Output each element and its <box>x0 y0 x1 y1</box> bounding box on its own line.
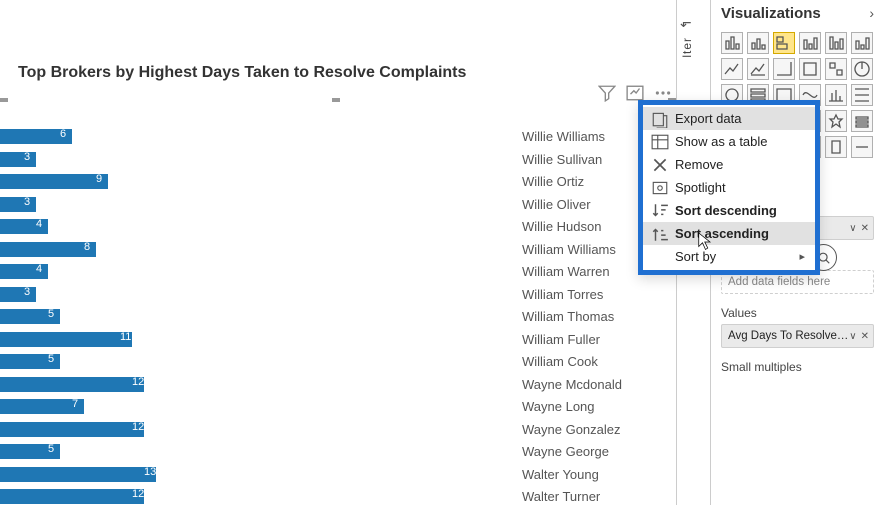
bar-row[interactable]: 11 <box>0 329 500 352</box>
sort-asc-icon <box>651 226 669 242</box>
menu-item-sort-ascending[interactable]: Sort ascending <box>643 222 815 245</box>
viz-type-icon[interactable] <box>851 58 873 80</box>
bar-row[interactable]: 3 <box>0 284 500 307</box>
field-values: Values Avg Days To Resolve Co ∨✕ <box>721 306 874 348</box>
bar-row[interactable]: 7 <box>0 396 500 419</box>
viz-type-icon[interactable] <box>773 58 795 80</box>
axis-label: Walter Young <box>522 464 622 487</box>
viz-type-icon[interactable] <box>799 58 821 80</box>
axis-label: Wayne Mcdonald <box>522 374 622 397</box>
axis-label: William Cook <box>522 351 622 374</box>
viz-type-icon[interactable] <box>747 32 769 54</box>
menu-item-sort-descending[interactable]: Sort descending <box>643 199 815 222</box>
chart-bars[interactable]: 6393484351151271251312 <box>0 126 500 505</box>
sort-desc-icon <box>651 203 669 219</box>
bar-row[interactable]: 3 <box>0 149 500 172</box>
viz-type-icon[interactable] <box>851 84 873 106</box>
axis-label: Willie Sullivan <box>522 149 622 172</box>
viz-type-icon[interactable] <box>825 84 847 106</box>
axis-label: William Thomas <box>522 306 622 329</box>
viz-type-icon[interactable] <box>851 32 873 54</box>
axis-label: Willie Hudson <box>522 216 622 239</box>
pill-controls[interactable]: ∨✕ <box>849 223 869 234</box>
axis-label: William Fuller <box>522 329 622 352</box>
values-pill[interactable]: Avg Days To Resolve Co ∨✕ <box>721 324 874 348</box>
viz-type-icon[interactable] <box>799 32 821 54</box>
menu-item-label: Sort by <box>675 249 716 264</box>
field-small-multiples: Small multiples <box>721 360 874 374</box>
menu-item-label: Export data <box>675 111 742 126</box>
restore-pane-icon[interactable]: ⬐ <box>680 15 704 29</box>
menu-item-label: Remove <box>675 157 723 172</box>
menu-item-remove[interactable]: Remove <box>643 153 815 176</box>
pill-controls[interactable]: ∨✕ <box>849 331 869 342</box>
menu-item-label: Sort ascending <box>675 226 769 241</box>
bar-row[interactable]: 3 <box>0 194 500 217</box>
resize-handle-top[interactable] <box>0 98 676 106</box>
viz-type-icon[interactable] <box>747 58 769 80</box>
viz-type-icon[interactable] <box>721 32 743 54</box>
menu-item-show-as-a-table[interactable]: Show as a table <box>643 130 815 153</box>
axis-label: Wayne George <box>522 441 622 464</box>
axis-label: William Williams <box>522 239 622 262</box>
field-label-small-multiples: Small multiples <box>721 360 874 374</box>
bar-row[interactable]: 9 <box>0 171 500 194</box>
field-label-values: Values <box>721 306 874 320</box>
menu-item-export-data[interactable]: Export data <box>643 107 815 130</box>
viz-type-icon[interactable] <box>825 32 847 54</box>
axis-label: William Torres <box>522 284 622 307</box>
menu-item-label: Show as a table <box>675 134 768 149</box>
legend-placeholder-text: Add data fields here <box>728 276 869 288</box>
viz-type-icon[interactable] <box>773 32 795 54</box>
bar-row[interactable]: 12 <box>0 419 500 442</box>
bar-row[interactable]: 5 <box>0 441 500 464</box>
filters-pane-collapsed[interactable]: ⬐ lter <box>680 15 704 58</box>
chevron-right-icon[interactable]: › <box>869 5 874 21</box>
axis-label: Wayne Gonzalez <box>522 419 622 442</box>
bar-row[interactable]: 4 <box>0 261 500 284</box>
blank-icon <box>651 249 669 265</box>
bar-row[interactable]: 12 <box>0 374 500 397</box>
viz-type-icon[interactable] <box>825 58 847 80</box>
bar-row[interactable]: 12 <box>0 486 500 505</box>
axis-label: Walter Turner <box>522 486 622 505</box>
pane-title: Visualizations <box>721 5 821 22</box>
submenu-indicator-icon: ▸ <box>799 250 805 263</box>
bar-row[interactable]: 5 <box>0 306 500 329</box>
axis-label: Willie Oliver <box>522 194 622 217</box>
export-icon <box>651 111 669 127</box>
viz-type-icon[interactable] <box>851 136 873 158</box>
axis-label: Willie Williams <box>522 126 622 149</box>
axis-label: Willie Ortiz <box>522 171 622 194</box>
chart-title: Top Brokers by Highest Days Taken to Res… <box>18 64 466 82</box>
report-canvas: Top Brokers by Highest Days Taken to Res… <box>0 0 676 505</box>
bar-row[interactable]: 4 <box>0 216 500 239</box>
bar-row[interactable]: 8 <box>0 239 500 262</box>
axis-label: Wayne Long <box>522 396 622 419</box>
remove-icon <box>651 157 669 173</box>
menu-item-label: Spotlight <box>675 180 726 195</box>
axis-label: William Warren <box>522 261 622 284</box>
viz-type-icon[interactable] <box>825 136 847 158</box>
filters-pane-label: lter <box>680 37 694 58</box>
bar-row[interactable]: 6 <box>0 126 500 149</box>
viz-type-icon[interactable] <box>825 110 847 132</box>
more-options-menu: Export data Show as a table Remove Spotligh… <box>638 100 820 275</box>
table-icon <box>651 134 669 150</box>
bar-row[interactable]: 13 <box>0 464 500 487</box>
viz-type-icon[interactable] <box>721 58 743 80</box>
menu-item-label: Sort descending <box>675 203 777 218</box>
viz-type-icon[interactable] <box>851 110 873 132</box>
chart-axis-labels: Willie WilliamsWillie SullivanWillie Ort… <box>522 126 622 505</box>
bar-row[interactable]: 5 <box>0 351 500 374</box>
menu-item-spotlight[interactable]: Spotlight <box>643 176 815 199</box>
spotlight-icon <box>651 180 669 196</box>
values-pill-text: Avg Days To Resolve Co <box>728 330 849 342</box>
menu-item-sort-by[interactable]: Sort by ▸ <box>643 245 815 268</box>
